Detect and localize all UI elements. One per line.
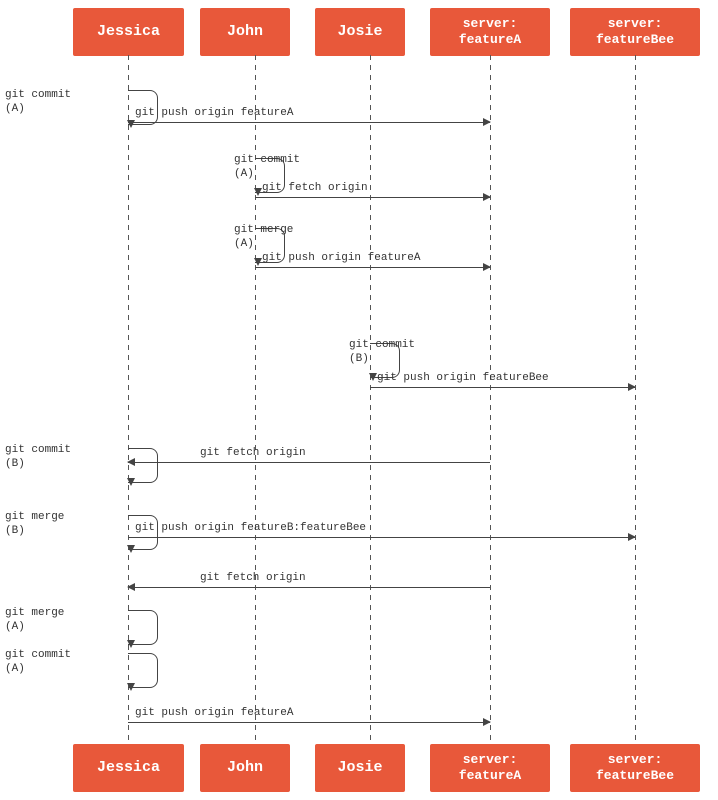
participant-jessica-bottom: Jessica bbox=[73, 744, 184, 792]
label-jessica-commit-b: git commit(B) bbox=[5, 443, 71, 472]
self-loop-jessica-commit-a2 bbox=[128, 653, 158, 688]
arrow-push-featureA-2 bbox=[255, 267, 490, 268]
label-josie-commit-b: git commit(B) bbox=[349, 338, 415, 367]
lifeline-featureBee bbox=[635, 55, 636, 745]
arrow-fetch-origin-2 bbox=[128, 462, 490, 463]
arrow-push-featureA-3 bbox=[128, 722, 490, 723]
arrow-fetch-origin-3 bbox=[128, 587, 490, 588]
label-john-commit-a: git commit(A) bbox=[234, 153, 300, 182]
label-jessica-merge-a: git merge(A) bbox=[5, 606, 64, 635]
arrow-push-featureBee-1 bbox=[370, 387, 635, 388]
participant-featureA-bottom: server:featureA bbox=[430, 744, 550, 792]
participant-featureA-top: server:featureA bbox=[430, 8, 550, 56]
label-fetch-origin-2: git fetch origin bbox=[200, 447, 306, 459]
participant-jessica-top: Jessica bbox=[73, 8, 184, 56]
label-jessica-merge-b: git merge(B) bbox=[5, 510, 64, 539]
sequence-diagram: Jessica John Josie server:featureA serve… bbox=[0, 0, 718, 800]
label-push-featureBee-2: git push origin featureB:featureBee bbox=[135, 522, 366, 534]
self-loop-jessica-merge-a bbox=[128, 610, 158, 645]
arrow-push-featureA-1 bbox=[128, 122, 490, 123]
lifeline-featureA bbox=[490, 55, 491, 745]
label-push-featureA-3: git push origin featureA bbox=[135, 707, 293, 719]
participant-featureBee-top: server:featureBee bbox=[570, 8, 700, 56]
participant-featureBee-bottom: server:featureBee bbox=[570, 744, 700, 792]
label-fetch-origin-3: git fetch origin bbox=[200, 572, 306, 584]
label-jessica-commit-a1: git commit(A) bbox=[5, 88, 71, 117]
label-push-featureA-2: git push origin featureA bbox=[262, 252, 420, 264]
label-jessica-commit-a2: git commit(A) bbox=[5, 648, 71, 677]
label-push-featureBee-1: git push origin featureBee bbox=[377, 372, 549, 384]
participant-josie-top: Josie bbox=[315, 8, 405, 56]
participant-josie-bottom: Josie bbox=[315, 744, 405, 792]
participant-john-top: John bbox=[200, 8, 290, 56]
participant-john-bottom: John bbox=[200, 744, 290, 792]
arrow-push-featureBee-2 bbox=[128, 537, 635, 538]
arrow-fetch-origin-1 bbox=[255, 197, 490, 198]
label-push-featureA-1: git push origin featureA bbox=[135, 107, 293, 119]
lifeline-josie bbox=[370, 55, 371, 745]
label-fetch-origin-1: git fetch origin bbox=[262, 182, 368, 194]
label-john-merge-a: git merge(A) bbox=[234, 223, 293, 252]
